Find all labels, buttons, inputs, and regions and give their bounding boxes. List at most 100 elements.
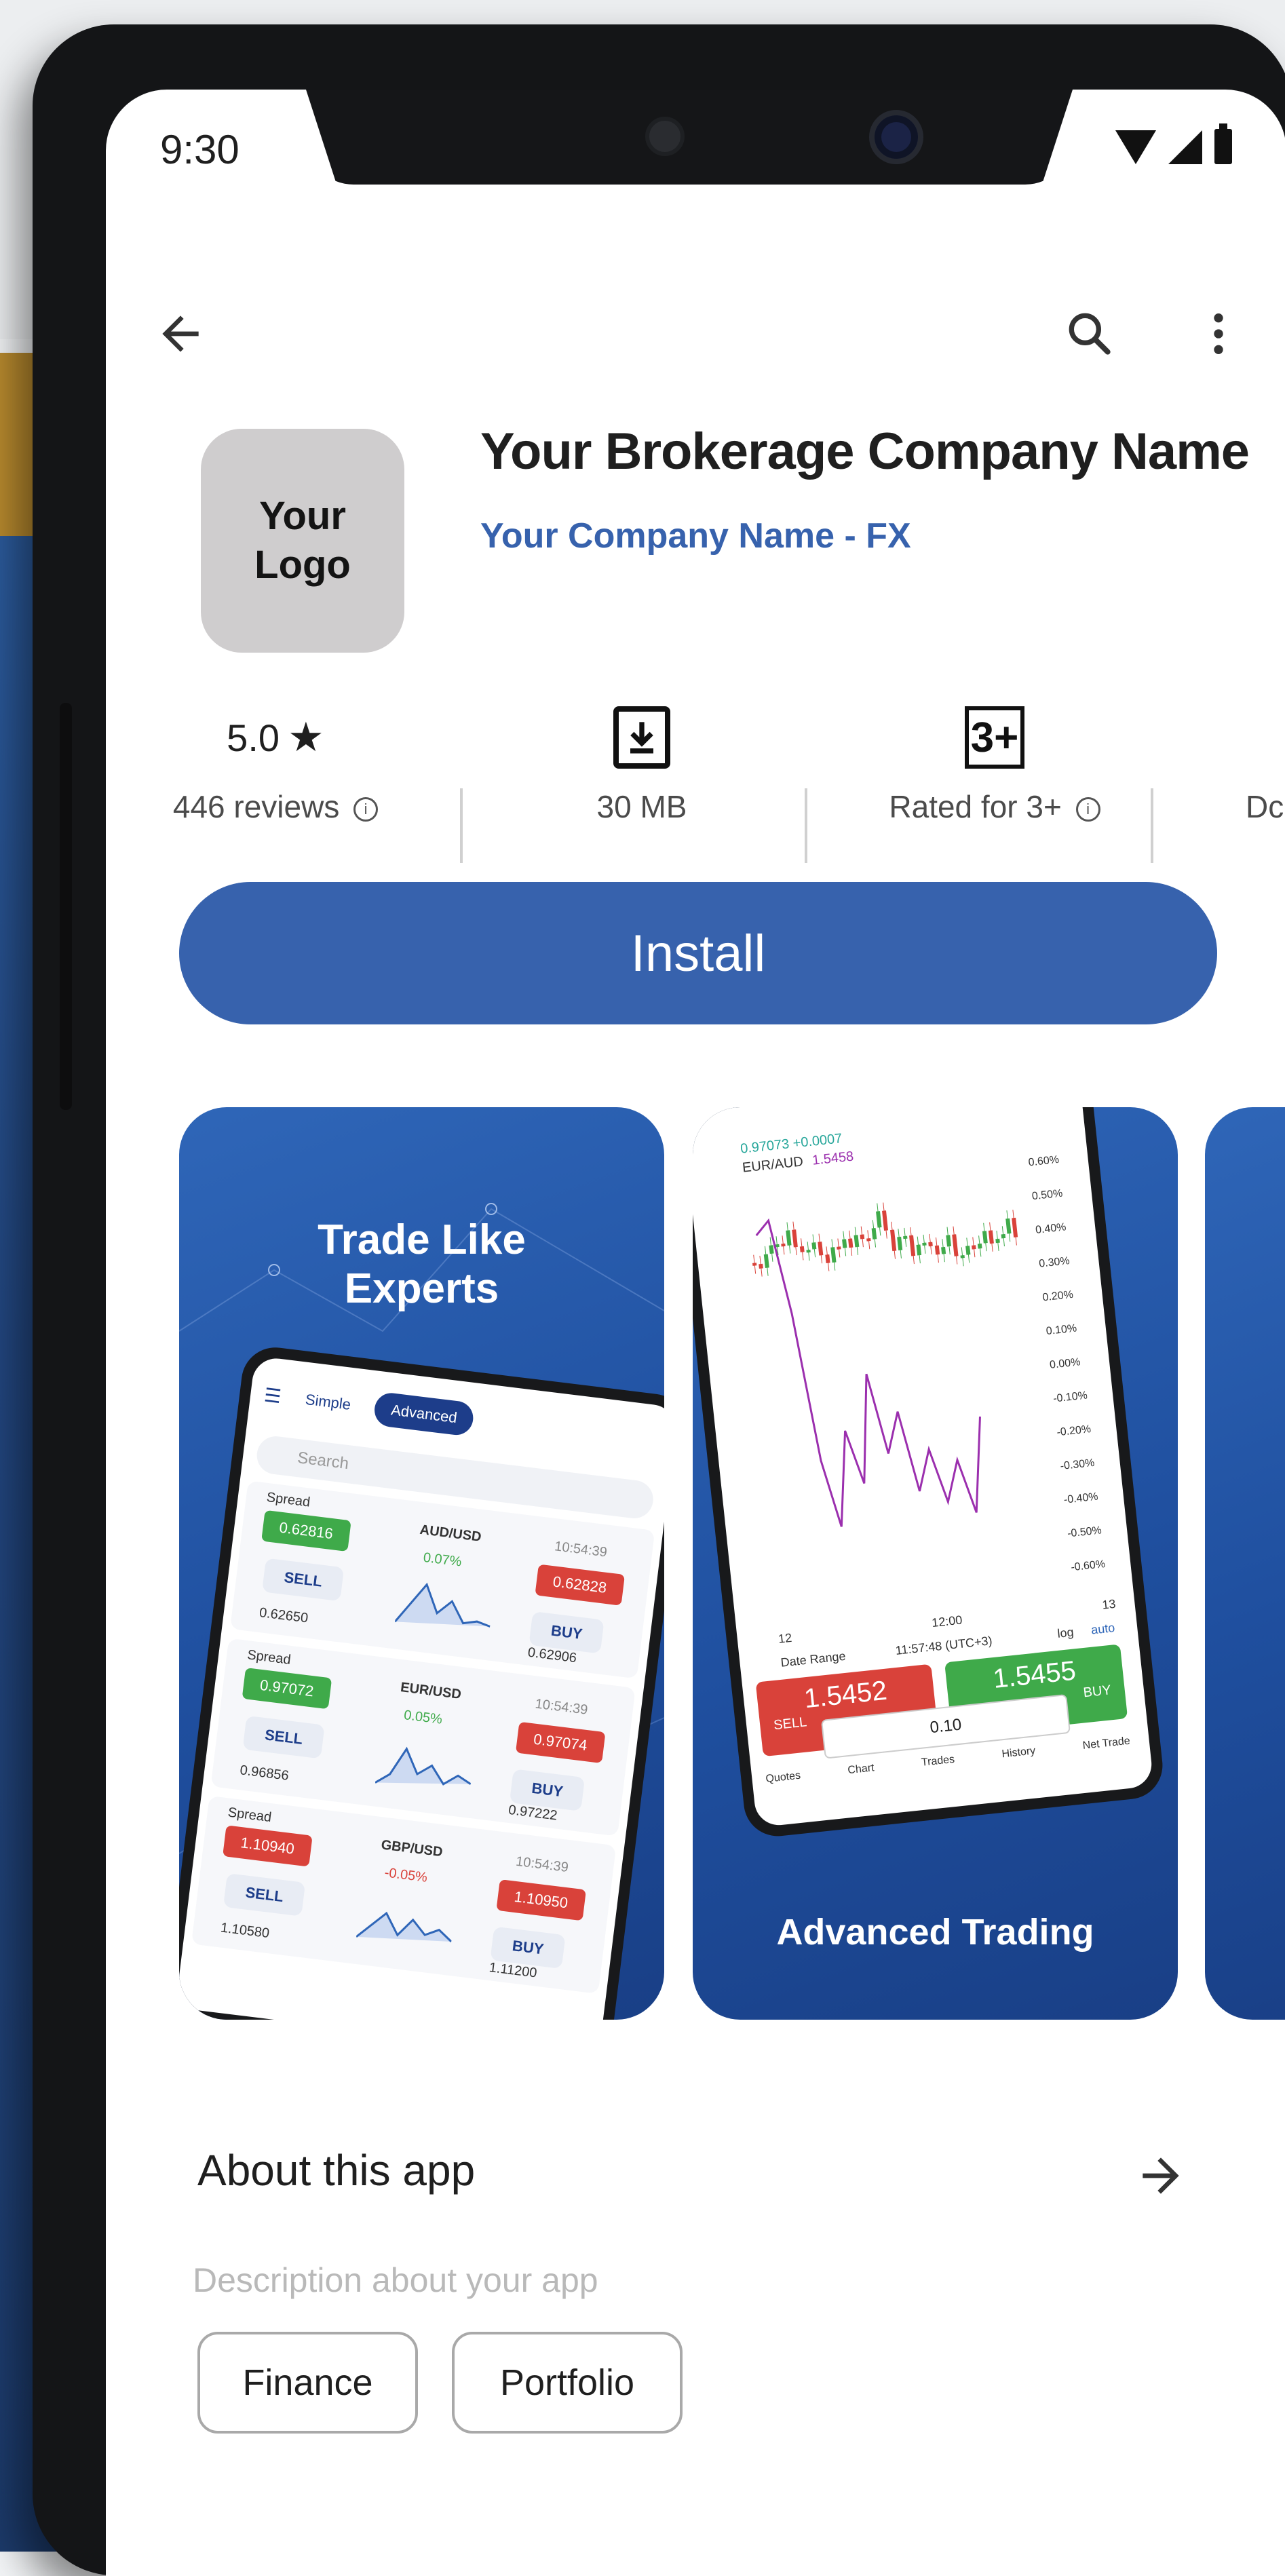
candle-body [960,1255,965,1258]
screenshot-3[interactable] [1205,1107,1285,2020]
candle-body [769,1245,774,1254]
sell-button: SELL [223,1872,306,1917]
sparkline [394,1582,491,1628]
candle-body [972,1245,976,1250]
date-range: Date Range [780,1649,847,1670]
candle-body [842,1239,847,1248]
app-size: 30 MB [596,789,687,824]
candle-body [854,1235,860,1248]
nav-history: History [1001,1745,1037,1761]
info-icon: i [1075,796,1100,822]
nav-trades: Trades [921,1753,955,1769]
wifi-icon [1115,130,1156,164]
bid-price: 1.10940 [223,1825,313,1867]
mini-phone-chart: 0.97073 +0.0007 EUR/AUD 1.5458 0.60% 0.50… [693,1107,1166,1840]
change-percent: 0.07% [422,1550,463,1570]
candle-body [988,1230,994,1244]
candle-body [922,1242,927,1246]
phone-side-button [60,703,72,1110]
quote-time: 10:54:39 [534,1696,589,1718]
stat-size: 30 MB [513,700,771,825]
candle-body [837,1246,841,1250]
axis-tick-label: -0.40% [1063,1491,1098,1506]
nav-net-trade: Net Trade [1081,1735,1131,1752]
tab-simple: Simple [304,1390,352,1413]
low-price: 0.62650 [258,1604,309,1626]
candle-body [928,1242,933,1247]
front-camera [869,110,923,164]
candle-body [952,1234,959,1256]
candle-body [866,1237,871,1242]
pair-name: EUR/USD [400,1680,463,1702]
developer-link[interactable]: Your Company Name - FX [480,516,911,556]
ask-price: 0.62828 [535,1564,625,1606]
app-logo: Your Logo [201,429,404,653]
more-vert-icon[interactable] [1205,307,1232,361]
sparkline [375,1746,472,1786]
category-chip-finance[interactable]: Finance [197,2332,418,2434]
spread-label: Spread [265,1490,311,1510]
quotes-screen: ☰ Simple Advanced Search Spread 0.62816 … [179,1356,664,2020]
screenshot-1[interactable]: Trade Like Experts ☰ Simple Advanced Sea… [179,1107,664,2020]
axis-tick-label: 0.40% [1035,1221,1067,1236]
ask-price: 0.97074 [515,1721,606,1763]
category-chip-portfolio[interactable]: Portfolio [452,2332,683,2434]
axis-tick-label: 0.50% [1031,1188,1063,1203]
sell-button: SELL [262,1558,345,1602]
stat-rating[interactable]: 5.0 ★ 446 reviews i [126,700,425,825]
candle-body [871,1227,877,1239]
chart-screen: 0.97073 +0.0007 EUR/AUD 1.5458 0.60% 0.50… [693,1107,1154,1828]
search-icon[interactable] [1062,307,1117,361]
content-rating-badge: 3+ [965,706,1024,769]
reviews-count: 446 reviews [172,789,340,824]
candle-body [1001,1233,1006,1239]
arrow-right-icon[interactable] [1130,2149,1191,2203]
stat-divider [1151,788,1153,863]
candle-body [934,1245,940,1255]
sparkline [356,1911,453,1943]
candle-body [806,1249,811,1253]
candle-body [881,1210,889,1231]
screenshot-2-caption: Advanced Trading [776,1912,1094,1953]
chart-pair: EUR/AUD [742,1154,804,1176]
phone-screen: 9:30 Your Logo Your Brokerage Company Na… [106,90,1285,2576]
change-percent: 0.05% [403,1708,444,1727]
info-icon: i [353,796,379,822]
quote-time: 10:54:39 [554,1539,609,1560]
axis-tick-label: -0.10% [1052,1389,1088,1404]
axis-tick-label: 0.10% [1046,1323,1077,1338]
app-title: Your Brokerage Company Name [480,423,1250,480]
candle-body [876,1211,882,1228]
candle-body [786,1230,792,1246]
low-price: 0.96856 [239,1763,290,1784]
mini-phone-quotes: ☰ Simple Advanced Search Spread 0.62816 … [179,1343,664,2020]
change-percent: -0.05% [383,1865,429,1885]
candle-body [909,1235,916,1256]
candle-body [781,1243,786,1247]
star-icon: ★ [288,714,324,760]
ask-price: 1.10950 [496,1879,586,1921]
axis-tick-label: -0.30% [1060,1457,1095,1472]
install-button[interactable]: Install [179,882,1217,1024]
quote-time: 10:54:39 [515,1853,569,1876]
axis-tick-label: 0.30% [1039,1255,1071,1270]
stat-content-rating[interactable]: 3+ Rated for 3+ i [845,700,1144,825]
pair-name: AUD/USD [419,1522,482,1545]
back-arrow-icon[interactable] [153,307,208,361]
tab-advanced: Advanced [372,1391,476,1437]
spread-label: Spread [246,1647,292,1668]
candle-body [890,1229,897,1252]
pair-name: GBP/USD [380,1837,444,1860]
sell-button: SELL [242,1715,325,1759]
candle-body [752,1263,757,1266]
chart-pair-price: 1.5458 [811,1149,855,1168]
low-price: 1.10580 [219,1920,271,1942]
candle-body [916,1244,922,1256]
candle-body [759,1263,763,1269]
phone-frame: 9:30 Your Logo Your Brokerage Company Na… [33,24,1285,2576]
date-label: 12:00 [931,1613,963,1630]
axis-tick-label: 0.60% [1028,1154,1060,1169]
about-title[interactable]: About this app [197,2145,475,2195]
spread-label: Spread [227,1805,273,1826]
screenshot-2[interactable]: 0.97073 +0.0007 EUR/AUD 1.5458 0.60% 0.50… [693,1107,1178,2020]
